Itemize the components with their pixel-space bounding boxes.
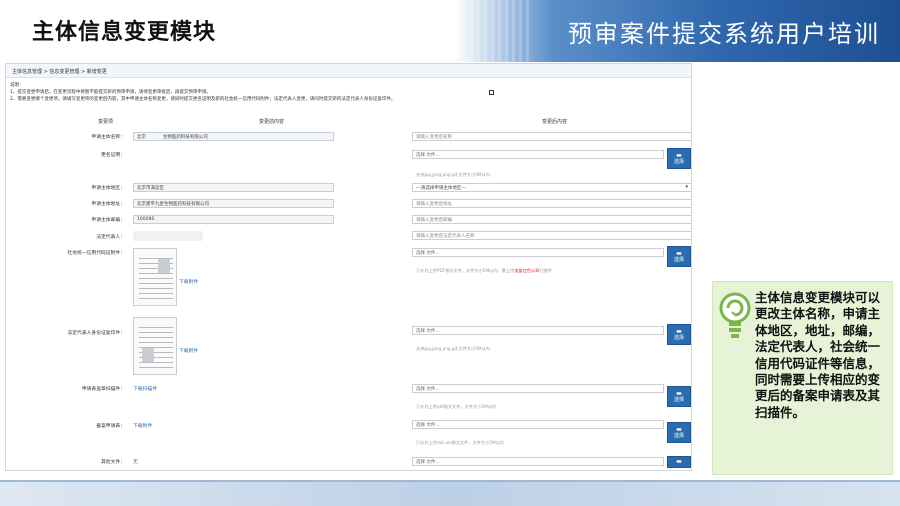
lightbulb-icon — [719, 292, 751, 338]
label-request-scan: 申请表盖章扫描件： — [81, 387, 125, 392]
request-scan-hint: 只允许上传pdf格式文件，文件大小5M以内 — [416, 404, 497, 409]
label-other: 其他文件： — [101, 460, 125, 465]
credit-code-select-button[interactable]: ▬ 选择 — [667, 246, 691, 267]
banner-building-graphic — [470, 0, 530, 62]
label-credit-code: 社会统一信用代码证附件： — [67, 251, 125, 256]
record-form-hint: 只允许上传doc,xls格式文件，文件大小5M以内 — [416, 440, 504, 445]
id-card-file-input[interactable]: 选择 文件... — [412, 326, 664, 335]
breadcrumb[interactable]: 主体信息管理 > 信息变更管理 > 新增变更 — [6, 64, 691, 78]
column-header-item: 变更项 — [98, 119, 114, 125]
other-value: 无 — [133, 460, 138, 465]
new-name-input[interactable]: 请输入变更后名称 — [412, 132, 691, 141]
old-region-field: 北京市海淀区 — [133, 183, 334, 192]
folder-icon: ▬ — [676, 426, 682, 433]
id-card-hint: 支持jpg,jpeg,png,gif,文件大小5M以内 — [416, 346, 490, 351]
region-select[interactable]: ---请选择申请主体地区--- ▾ — [412, 183, 691, 192]
other-file-input[interactable]: 选择 文件... — [412, 457, 664, 466]
folder-icon: ▬ — [676, 152, 682, 159]
form-screenshot: 主体信息管理 > 信息变更管理 > 新增变更 说明： 1、提交变更申请后，在变更… — [5, 63, 692, 471]
masked-legal-rep — [133, 231, 203, 241]
instructions: 说明： 1、提交变更申请后，在变更流程中将暂不能提交新的预审申请，请待变更审批后… — [6, 78, 691, 103]
folder-icon: ▬ — [676, 458, 682, 465]
label-rename-proof: 更名证明： — [101, 153, 125, 158]
label-region: 申请主体地区： — [91, 186, 125, 191]
label-id-card: 法定代表人身份证复印件： — [67, 331, 125, 336]
request-scan-file-input[interactable]: 选择 文件... — [412, 384, 664, 393]
callout-text: 主体信息变更模块可以更改主体名称，申请主体地区，地址，邮编，法定代表人，社会统一… — [755, 290, 881, 420]
request-scan-download-link[interactable]: 下载扫描件 — [133, 385, 157, 392]
credit-code-thumbnail — [133, 248, 177, 306]
other-select-button[interactable]: ▬ — [667, 456, 691, 468]
id-card-select-button[interactable]: ▬ 选择 — [667, 324, 691, 345]
slide-header: 主体信息变更模块 预审案件提交系统用户培训 — [0, 0, 900, 62]
instructions-line-2: 2、需要变更哪个变更项，请填写变更项的变更后内容，其中申请主体名称变更，请同时提… — [10, 97, 396, 102]
credit-code-hint: 只允许上传PDF格式文件，文件大小5M以内，需上传加盖红色公章扫描件 — [416, 268, 552, 273]
checkbox[interactable] — [489, 90, 494, 95]
label-record-form: 备案申请表： — [96, 424, 125, 429]
slide-title: 主体信息变更模块 — [32, 20, 217, 45]
new-address-input[interactable]: 请输入变更后地址 — [412, 199, 691, 208]
record-form-select-button[interactable]: ▬ 选择 — [667, 422, 691, 443]
folder-icon: ▬ — [676, 250, 682, 257]
instructions-heading: 说明： — [10, 83, 24, 88]
chevron-down-icon: ▾ — [685, 184, 688, 190]
old-name-field: 北京 生物医药科技有限公司 — [133, 132, 334, 141]
footer-bar — [0, 482, 900, 506]
new-legal-rep-input[interactable]: 请输入变更后法定代表人名称 — [412, 231, 691, 240]
credit-code-file-input[interactable]: 选择 文件... — [412, 248, 664, 257]
rename-proof-file-input[interactable]: 选择 文件... — [412, 150, 664, 159]
request-scan-select-button[interactable]: ▬ 选择 — [667, 386, 691, 407]
label-legal-rep: 法定代表人： — [96, 235, 125, 240]
record-form-file-input[interactable]: 选择 文件... — [412, 420, 664, 429]
rename-proof-select-button[interactable]: ▬ 选择 — [667, 148, 691, 169]
instructions-line-1: 1、提交变更申请后，在变更流程中将暂不能提交新的预审申请，请待变更审批后，再提交… — [10, 90, 211, 95]
old-postcode-field: 100086 — [133, 215, 334, 224]
folder-icon: ▬ — [676, 390, 682, 397]
new-postcode-input[interactable]: 请输入变更后邮编 — [412, 215, 691, 224]
record-form-download-link[interactable]: 下载附件 — [133, 422, 152, 429]
label-address: 申请主体地址： — [91, 202, 125, 207]
column-header-after: 变更后内容 — [542, 119, 568, 125]
column-header-before: 变更前内容 — [259, 119, 285, 125]
folder-icon: ▬ — [676, 328, 682, 335]
banner-title: 预审案件提交系统用户培训 — [568, 20, 880, 48]
old-address-field: 北京建平九星生物医药科技有限公司 — [133, 199, 334, 208]
callout-box: 主体信息变更模块可以更改主体名称，申请主体地区，地址，邮编，法定代表人，社会统一… — [712, 281, 893, 475]
credit-code-download-link[interactable]: 下载附件 — [179, 278, 198, 285]
rename-proof-hint: 支持jpg,jpeg,png,gif,文件大小5M以内 — [416, 172, 490, 177]
id-card-thumbnail — [133, 317, 177, 375]
id-card-download-link[interactable]: 下载附件 — [179, 347, 198, 354]
label-name: 申请主体名称： — [91, 135, 125, 140]
label-postcode: 申请主体邮编： — [91, 218, 125, 223]
